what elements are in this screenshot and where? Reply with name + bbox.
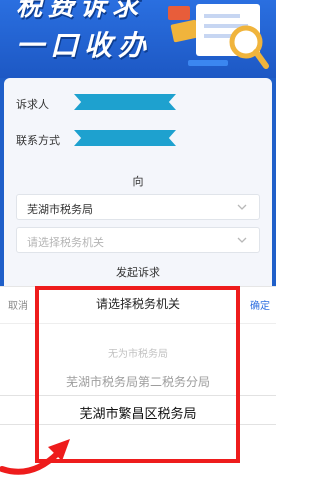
petitioner-redacted-field[interactable]	[74, 94, 176, 110]
picker-option[interactable]: 芜湖市税务局第二税务分局	[0, 373, 276, 390]
picker-selection-line-top	[0, 395, 276, 396]
magnifier-document-icon	[168, 4, 269, 69]
submit-appeal-button[interactable]: 发起诉求	[4, 264, 272, 280]
picker-confirm-button[interactable]: 确定	[250, 297, 270, 312]
tax-office-picker: 取消 请选择税务机关 确定 无为市税务局 芜湖市税务局第二税务分局 芜湖市繁昌区…	[0, 286, 276, 479]
to-label: 向	[132, 175, 144, 188]
contact-redacted-field[interactable]	[74, 130, 176, 146]
chevron-down-icon	[237, 237, 247, 243]
bureau-select[interactable]: 芜湖市税务局	[16, 194, 260, 220]
chevron-down-icon	[237, 204, 247, 210]
picker-title: 请选择税务机关	[95, 297, 180, 311]
banner-title-line1: 税费诉求	[16, 0, 145, 22]
contact-label: 联系方式	[16, 134, 60, 147]
picker-option-selected[interactable]: 芜湖市繁昌区税务局	[0, 403, 276, 422]
tax-office-select[interactable]: 请选择税务机关	[16, 227, 260, 253]
picker-divider	[0, 323, 276, 324]
picker-option[interactable]: 无为市税务局	[0, 345, 276, 360]
bureau-select-value: 芜湖市税务局	[27, 203, 93, 216]
tax-appeal-screen: 税费诉求 一口收办 诉求人 联系方式 向 芜湖市税务局 请选择税务机关 发起诉求…	[0, 0, 276, 479]
banner: 税费诉求 一口收办	[0, 0, 276, 78]
tax-office-select-placeholder: 请选择税务机关	[27, 236, 104, 249]
appeal-form: 诉求人 联系方式 向 芜湖市税务局 请选择税务机关 发起诉求	[4, 78, 272, 288]
banner-title-line2: 一口收办	[16, 29, 153, 62]
picker-selection-line-bottom	[0, 424, 276, 425]
petitioner-label: 诉求人	[16, 98, 49, 111]
